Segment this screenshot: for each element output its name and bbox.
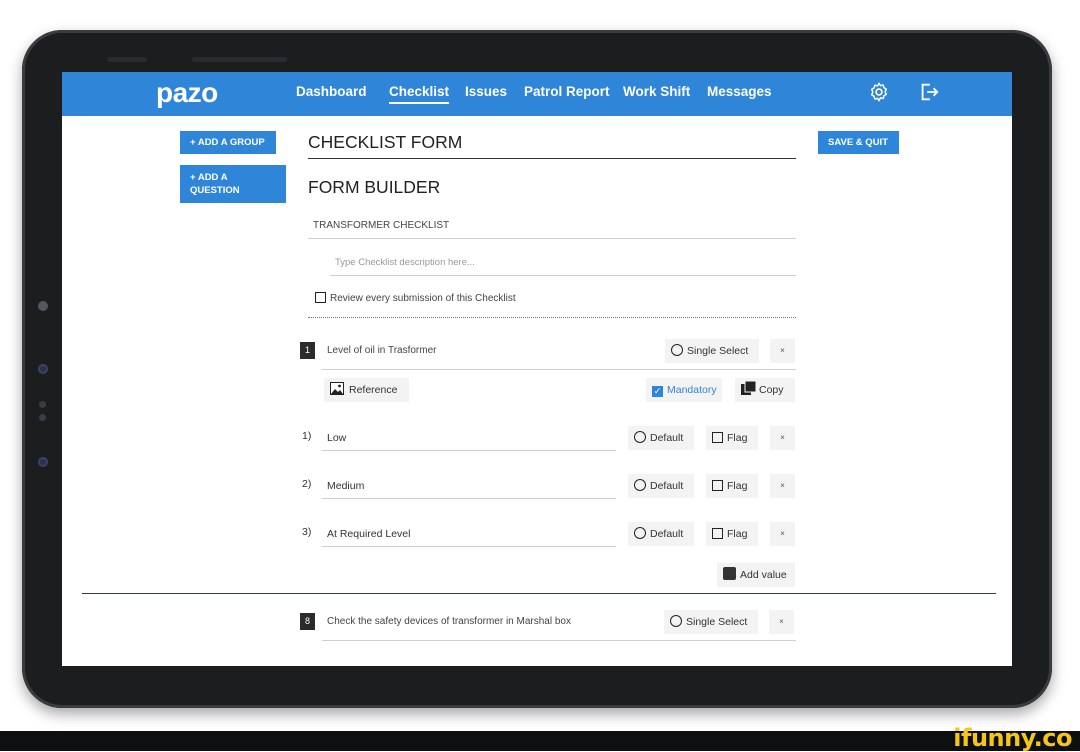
nav-messages[interactable]: Messages [707, 84, 772, 99]
radio-icon [634, 527, 646, 539]
question-type-select[interactable]: Single Select [664, 610, 758, 634]
nav-patrol-report[interactable]: Patrol Report [524, 84, 610, 99]
reference-button[interactable]: Reference [324, 378, 409, 402]
option-value-field[interactable]: At Required Level [327, 528, 410, 540]
remove-question-button[interactable]: × [770, 339, 795, 363]
option-index: 2) [302, 478, 312, 490]
question-number-badge: 1 [300, 342, 315, 359]
remove-option-button[interactable]: × [770, 522, 795, 546]
pazo-logo[interactable]: pazo [156, 77, 218, 109]
checkbox-icon [712, 480, 723, 491]
device-button [107, 57, 147, 62]
nav-issues[interactable]: Issues [465, 84, 507, 99]
remove-option-button[interactable]: × [770, 426, 795, 450]
mandatory-checkbox[interactable]: ✓ Mandatory [646, 378, 722, 402]
watermark-bar [0, 731, 1080, 751]
checkbox-icon [712, 528, 723, 539]
save-quit-button[interactable]: SAVE & QUIT [818, 131, 899, 154]
check-icon: ✓ [652, 386, 663, 397]
question-text[interactable]: Check the safety devices of transformer … [327, 616, 571, 627]
sensor-icon [38, 364, 48, 374]
divider [322, 369, 796, 370]
question-type-select[interactable]: Single Select [665, 339, 759, 363]
default-radio[interactable]: Default [628, 474, 694, 498]
radio-icon [634, 479, 646, 491]
radio-icon [670, 615, 682, 627]
add-question-button[interactable]: + ADD A QUESTION [180, 165, 286, 203]
add-icon [723, 567, 736, 580]
remove-question-button[interactable]: × [769, 610, 794, 634]
flag-checkbox[interactable]: Flag [706, 474, 758, 498]
default-radio[interactable]: Default [628, 522, 694, 546]
description-input[interactable]: Type Checklist description here... [335, 257, 475, 268]
checkbox-icon [712, 432, 723, 443]
sensor-icon [38, 457, 48, 467]
review-checkbox[interactable] [315, 292, 326, 303]
option-value-field[interactable]: Medium [327, 480, 364, 492]
copy-icon [741, 380, 757, 395]
flag-checkbox[interactable]: Flag [706, 522, 758, 546]
checklist-name-field[interactable]: TRANSFORMER CHECKLIST [313, 220, 449, 231]
nav-work-shift[interactable]: Work Shift [623, 84, 690, 99]
page-title: CHECKLIST FORM [308, 132, 463, 152]
camera-icon [38, 301, 48, 311]
divider [322, 640, 796, 641]
divider [330, 275, 796, 276]
radio-icon [634, 431, 646, 443]
title-underline [308, 158, 796, 159]
question-text[interactable]: Level of oil in Trasformer [327, 345, 437, 356]
option-index: 3) [302, 526, 312, 538]
nav-dashboard[interactable]: Dashboard [296, 84, 367, 99]
image-icon [330, 382, 344, 395]
top-navbar: pazo Dashboard Checklist Issues Patrol R… [62, 72, 1012, 116]
default-radio[interactable]: Default [628, 426, 694, 450]
device-button [192, 57, 287, 62]
radio-icon [671, 344, 683, 356]
question-number-badge: 8 [300, 613, 315, 630]
review-checkbox-row[interactable]: Review every submission of this Checklis… [315, 292, 516, 304]
sensor-icon [39, 401, 46, 408]
option-index: 1) [302, 430, 312, 442]
app-screen: pazo Dashboard Checklist Issues Patrol R… [62, 72, 1012, 666]
form-builder-title: FORM BUILDER [308, 177, 441, 197]
section-divider [82, 593, 996, 594]
option-value-field[interactable]: Low [327, 432, 346, 444]
flag-checkbox[interactable]: Flag [706, 426, 758, 450]
review-label: Review every submission of this Checklis… [330, 293, 516, 304]
divider [322, 498, 616, 499]
gear-icon[interactable] [868, 81, 890, 103]
divider [322, 546, 616, 547]
nav-checklist[interactable]: Checklist [389, 84, 450, 104]
copy-button[interactable]: Copy [735, 378, 795, 402]
divider [322, 450, 616, 451]
add-value-button[interactable]: Add value [717, 563, 795, 587]
logout-icon[interactable] [918, 81, 940, 103]
add-group-button[interactable]: + ADD A GROUP [180, 131, 276, 154]
watermark-logo: ifunny.co [953, 724, 1072, 752]
dotted-divider [308, 317, 796, 318]
sensor-icon [39, 414, 46, 421]
divider [308, 238, 796, 239]
remove-option-button[interactable]: × [770, 474, 795, 498]
